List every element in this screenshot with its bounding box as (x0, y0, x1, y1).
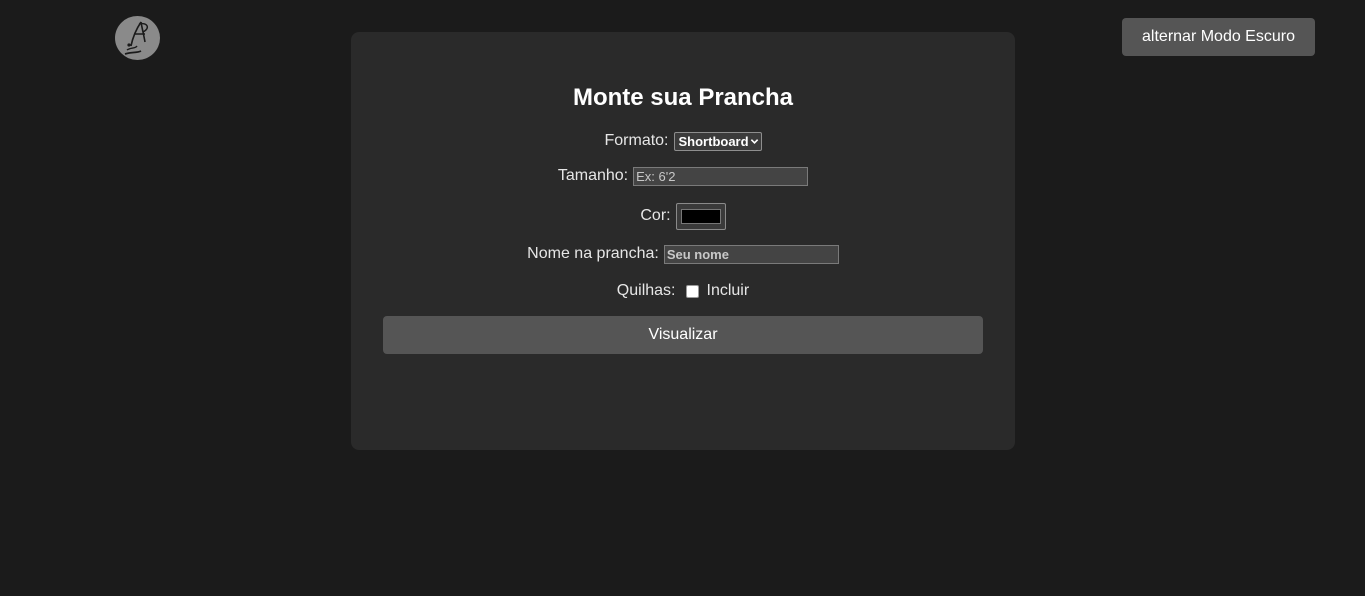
toggle-dark-mode-button[interactable]: alternar Modo Escuro (1122, 18, 1315, 56)
logo[interactable] (115, 16, 160, 60)
board-builder-card: Monte sua Prancha Formato: Shortboard Ta… (351, 32, 1015, 450)
quilhas-label: Quilhas: (616, 282, 676, 299)
page: alternar Modo Escuro Monte sua Prancha F… (0, 0, 1365, 596)
quilhas-checkbox-label[interactable]: Incluir (707, 282, 750, 300)
color-swatch (680, 208, 721, 224)
nome-row: Nome na prancha: (351, 243, 1015, 265)
visualizar-button[interactable]: Visualizar (383, 316, 983, 354)
formato-row: Formato: Shortboard (351, 130, 1015, 152)
quilhas-checkbox[interactable] (685, 284, 699, 298)
nome-input[interactable] (663, 244, 839, 264)
cor-label: Cor: (640, 207, 671, 224)
formato-select[interactable]: Shortboard (673, 131, 762, 151)
formato-selected-value: Shortboard (678, 133, 749, 149)
surfer-logo-icon (124, 21, 149, 55)
nome-label: Nome na prancha: (527, 245, 659, 262)
quilhas-row: Quilhas: Incluir (351, 280, 1015, 302)
cor-row: Cor: (351, 201, 1015, 231)
formato-label: Formato: (604, 132, 669, 149)
tamanho-input[interactable] (633, 166, 809, 186)
chevron-down-icon (750, 138, 758, 144)
tamanho-row: Tamanho: (351, 165, 1015, 187)
form-title: Monte sua Prancha (572, 84, 794, 111)
tamanho-label: Tamanho: (557, 167, 629, 184)
color-picker[interactable] (675, 202, 726, 230)
